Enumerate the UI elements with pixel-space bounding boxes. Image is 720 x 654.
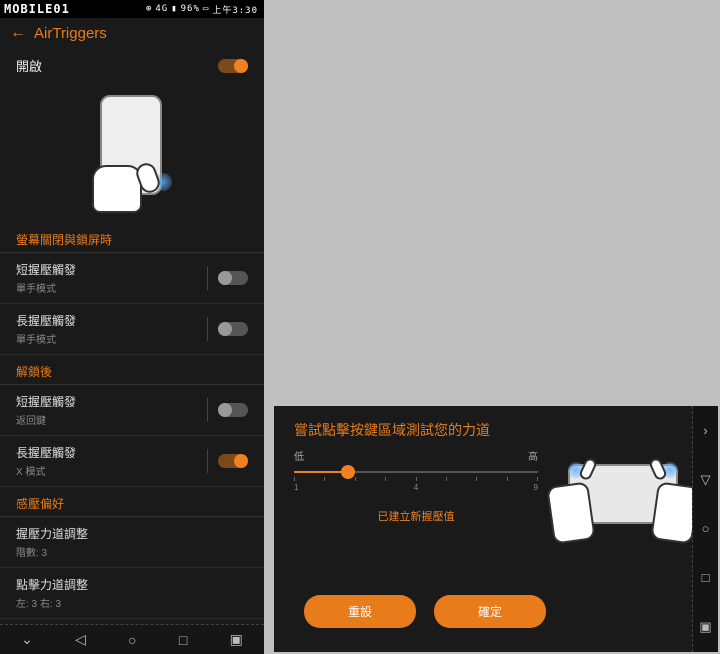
nav-recent-icon[interactable]: □: [702, 570, 710, 585]
confirm-message: 已建立新握壓值: [294, 508, 538, 524]
long-squeeze-row-2[interactable]: 長握壓觸發 X 模式: [0, 436, 264, 487]
reset-button[interactable]: 重設: [304, 595, 416, 628]
toggle[interactable]: [218, 454, 248, 468]
section-screen-off: 螢幕關閉與鎖屏時: [0, 223, 264, 253]
section-pressure: 感壓偏好: [0, 487, 264, 517]
nav-home-icon[interactable]: ○: [128, 632, 136, 648]
long-squeeze-row[interactable]: 長握壓觸發 單手模式: [0, 304, 264, 355]
header: ← AirTriggers: [0, 18, 264, 48]
nav-menu-icon[interactable]: ›: [703, 423, 707, 438]
force-slider[interactable]: [294, 471, 538, 473]
force-dialog: 嘗試點擊按鍵區域測試您的力道 低 高 1 4 9 已建立新握壓值: [274, 406, 718, 652]
low-label: 低: [294, 448, 304, 463]
logo: MOBILE01: [4, 2, 70, 16]
slider-area: 低 高 1 4 9 已建立新握壓值: [294, 448, 538, 548]
enable-label: 開啟: [16, 56, 42, 75]
dialog-title: 嘗試點擊按鍵區域測試您的力道: [274, 406, 718, 448]
section-after-unlock: 解鎖後: [0, 355, 264, 385]
short-squeeze-row-2[interactable]: 短握壓觸發 返回鍵: [0, 385, 264, 436]
nav-back-icon[interactable]: ▽: [701, 472, 711, 488]
slider-knob[interactable]: [341, 465, 355, 479]
page-title: AirTriggers: [34, 25, 107, 42]
settings-panel: MOBILE01 ⊕ 4G ▮ 96% ▭ 上午3:30 ← AirTrigge…: [0, 0, 264, 654]
nav-extra-icon[interactable]: ▣: [699, 619, 711, 635]
toggle[interactable]: [218, 322, 248, 336]
toggle[interactable]: [218, 271, 248, 285]
status-bar: MOBILE01 ⊕ 4G ▮ 96% ▭ 上午3:30: [0, 0, 264, 18]
battery-icon: ▭: [203, 4, 209, 14]
navigation-bar: ⌄ ◁ ○ □ ▣: [0, 624, 264, 654]
phone-illustration: [0, 83, 264, 223]
nav-recent-icon[interactable]: □: [179, 632, 187, 648]
status-icons: ⊕ 4G ▮ 96% ▭ 上午3:30: [146, 3, 258, 16]
enable-toggle[interactable]: [218, 59, 248, 73]
nav-extra-icon[interactable]: ▣: [230, 631, 243, 648]
high-label: 高: [528, 448, 538, 463]
network-icon: ⊕: [146, 4, 152, 14]
back-icon[interactable]: ←: [10, 24, 26, 42]
short-squeeze-row[interactable]: 短握壓觸發 單手模式: [0, 253, 264, 304]
dialog-nav: › ▽ ○ □ ▣: [692, 406, 718, 652]
squeeze-force-row[interactable]: 握壓力道調整 階數: 3: [0, 517, 264, 568]
signal-icon: ▮: [171, 4, 177, 14]
ok-button[interactable]: 確定: [434, 595, 546, 628]
nav-back-icon[interactable]: ◁: [75, 631, 86, 648]
nav-menu-icon[interactable]: ⌄: [21, 631, 33, 648]
main-toggle-row: 開啟: [0, 48, 264, 83]
nav-home-icon[interactable]: ○: [702, 521, 710, 536]
toggle[interactable]: [218, 403, 248, 417]
hands-illustration: [548, 448, 698, 548]
tap-force-row[interactable]: 點擊力道調整 左: 3 右: 3: [0, 568, 264, 619]
